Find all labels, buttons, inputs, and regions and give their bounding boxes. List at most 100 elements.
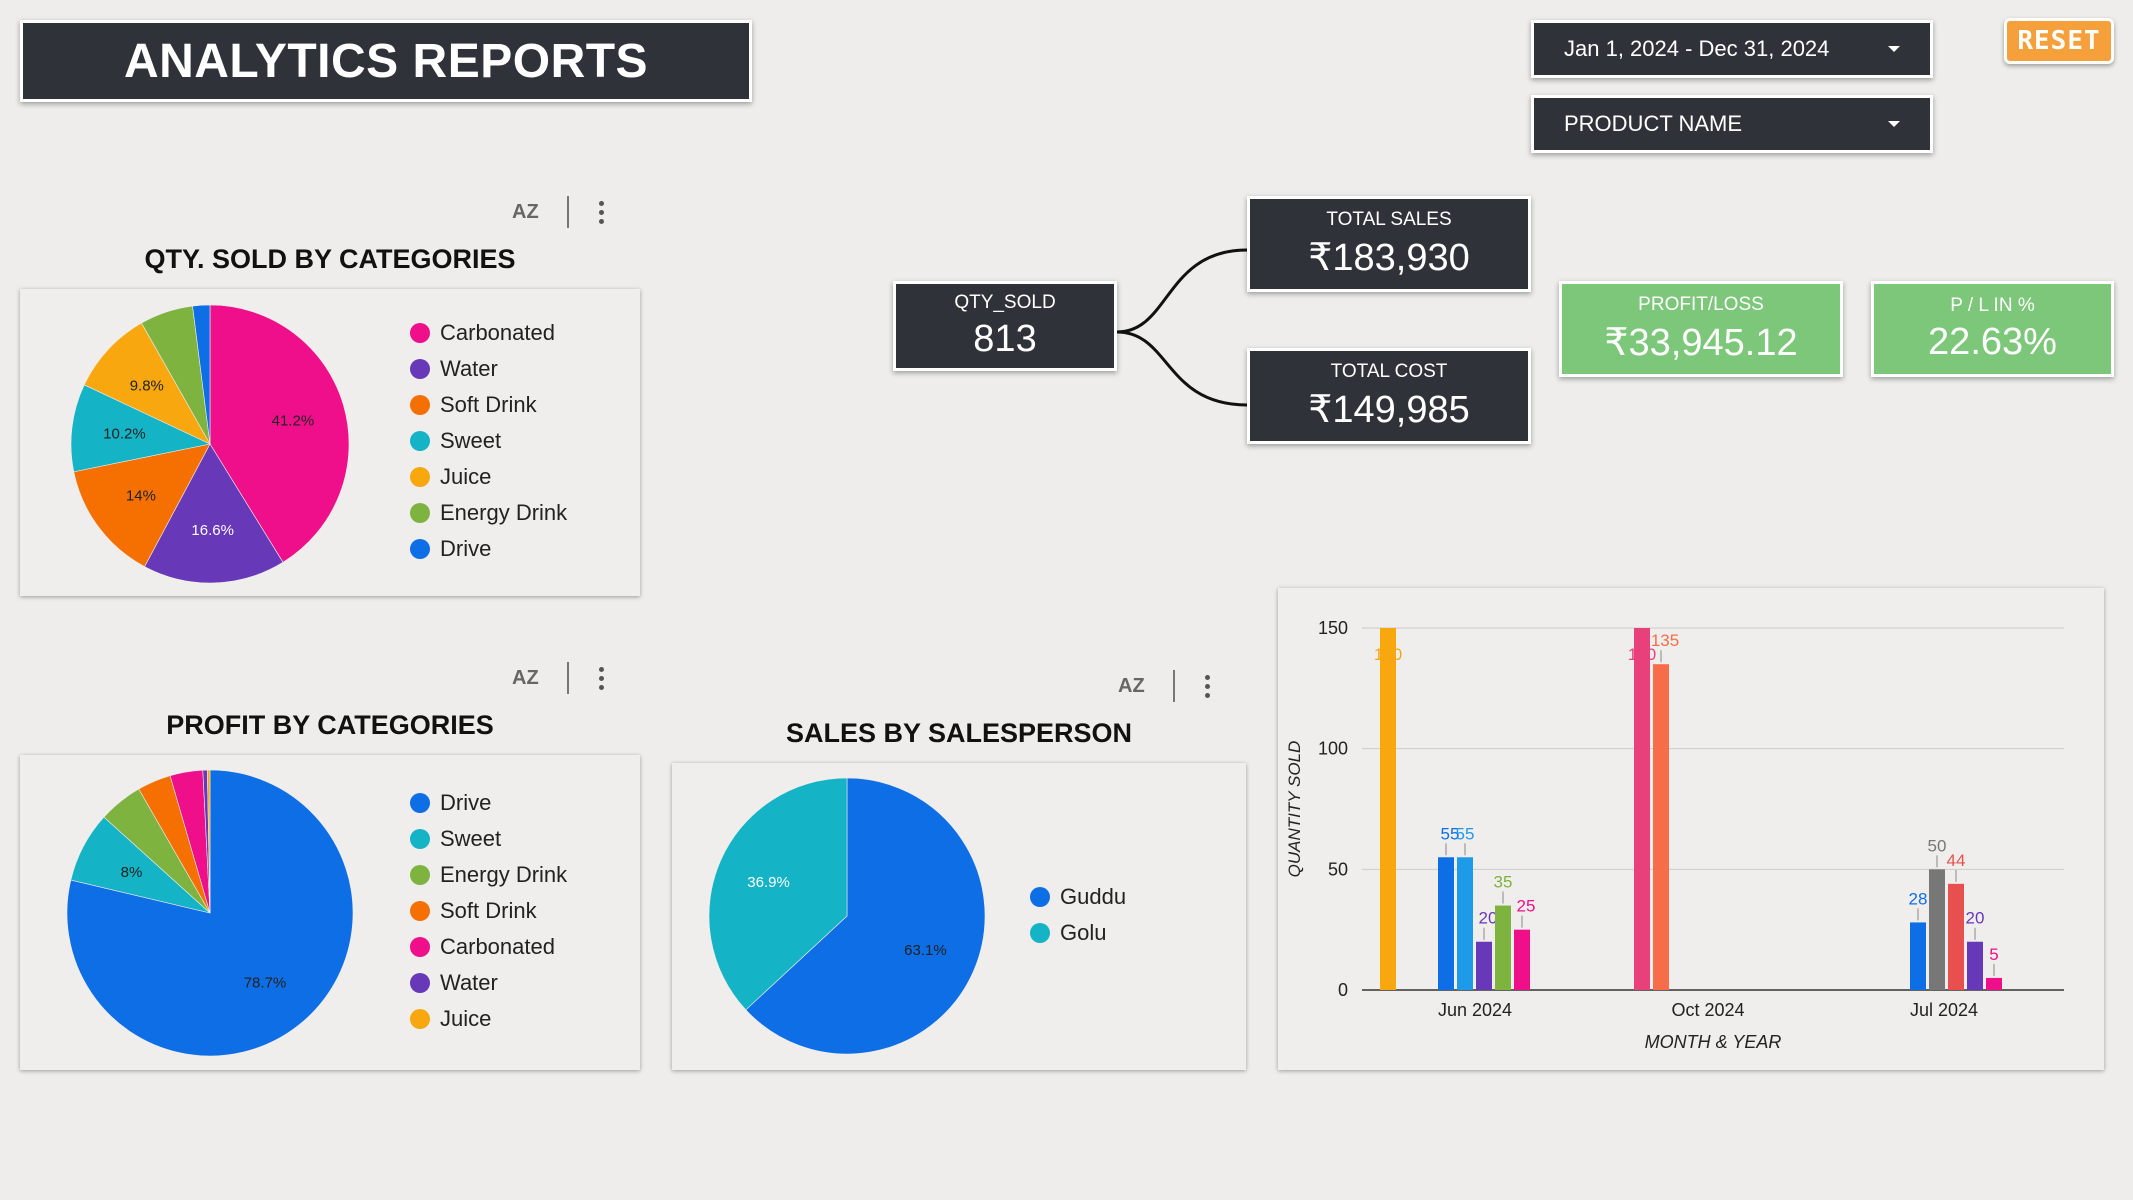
sort-az-icon[interactable]: AZ: [512, 201, 539, 224]
legend-swatch: [410, 359, 430, 379]
legend-item-water[interactable]: Water: [410, 965, 567, 1001]
legend-swatch: [410, 937, 430, 957]
connector-line-sales: [1116, 248, 1248, 334]
pie-data-label: 8%: [121, 864, 143, 881]
more-options-icon[interactable]: [1204, 674, 1210, 698]
kpi-total-cost: TOTAL COST ₹149,985: [1247, 348, 1531, 444]
date-range-value: Jan 1, 2024 - Dec 31, 2024: [1564, 36, 1830, 61]
bar-data-label: 28: [1909, 889, 1928, 908]
legend-item-carbonated[interactable]: Carbonated: [410, 315, 567, 351]
bar-jun-2024-1[interactable]: [1438, 857, 1454, 990]
kpi-qty-sold: QTY_SOLD 813: [893, 281, 1117, 371]
x-axis-title: MONTH & YEAR: [1645, 1032, 1782, 1052]
reset-button[interactable]: RESET: [2004, 18, 2114, 64]
more-options-icon[interactable]: [598, 666, 604, 690]
kpi-value: 813: [973, 317, 1037, 360]
bar-data-label: 44: [1947, 851, 1966, 870]
toolbar-divider: [566, 662, 569, 694]
bar-jun-2024-0[interactable]: [1380, 628, 1396, 990]
legend-swatch: [410, 901, 430, 921]
legend-item-sweet[interactable]: Sweet: [410, 821, 567, 857]
legend-swatch: [410, 793, 430, 813]
x-tick-label: Jun 2024: [1438, 1000, 1512, 1020]
pie-data-label: 78.7%: [244, 975, 287, 992]
bar-jul-2024-1[interactable]: [1929, 869, 1945, 990]
legend-item-energy-drink[interactable]: Energy Drink: [410, 495, 567, 531]
legend-item-juice[interactable]: Juice: [410, 459, 567, 495]
bar-data-label: 5: [1989, 945, 1998, 964]
legend-label: Energy Drink: [440, 500, 568, 525]
pie-data-label: 41.2%: [272, 412, 315, 429]
kpi-pl-percent: P / L IN % 22.63%: [1871, 281, 2114, 377]
y-tick-label: 100: [1318, 739, 1348, 759]
bar-data-label: 25: [1517, 897, 1536, 916]
bar-jul-2024-2[interactable]: [1948, 883, 1964, 990]
y-tick-label: 150: [1318, 618, 1348, 638]
bar-data-label: 55: [1456, 824, 1475, 843]
kpi-label: QTY_SOLD: [954, 291, 1056, 313]
more-options-icon[interactable]: [598, 200, 604, 224]
bar-jun-2024-5[interactable]: [1514, 929, 1530, 990]
bar-jul-2024-4[interactable]: [1986, 977, 2002, 990]
legend-swatch: [1030, 923, 1050, 943]
legend-label: Drive: [440, 790, 492, 815]
bar-data-label: 150: [1374, 645, 1402, 664]
legend-swatch: [410, 503, 430, 523]
bar-jun-2024-4[interactable]: [1495, 905, 1511, 990]
legend-label: Sweet: [440, 428, 502, 453]
legend-item-drive[interactable]: Drive: [410, 531, 567, 567]
bar-data-label: 50: [1928, 836, 1947, 855]
legend-item-carbonated[interactable]: Carbonated: [410, 929, 567, 965]
bar-chart-qty-by-month: 0501001501505555203525Jun 2024150135Oct …: [1285, 618, 2064, 1052]
pie-data-label: 14%: [126, 488, 156, 505]
legend-item-soft-drink[interactable]: Soft Drink: [410, 387, 567, 423]
bar-data-label: 135: [1651, 631, 1679, 650]
toolbar-divider: [1172, 670, 1175, 702]
chart-title-profit-by-cat: PROFIT BY CATEGORIES: [166, 710, 494, 740]
legend-item-drive[interactable]: Drive: [410, 785, 567, 821]
legend-label: Golu: [1060, 920, 1107, 945]
pie-data-label: 9.8%: [130, 377, 164, 394]
product-name-filter[interactable]: PRODUCT NAME: [1531, 95, 1933, 153]
legend-item-water[interactable]: Water: [410, 351, 567, 387]
pie-data-label: 16.6%: [191, 522, 234, 539]
kpi-label: P / L IN %: [1950, 294, 2035, 316]
legend-item-sweet[interactable]: Sweet: [410, 423, 567, 459]
legend-swatch: [410, 539, 430, 559]
bar-oct-2024-1[interactable]: [1653, 664, 1669, 990]
legend-item-soft-drink[interactable]: Soft Drink: [410, 893, 567, 929]
bar-oct-2024-0[interactable]: [1634, 628, 1650, 990]
legend-label: Juice: [440, 1006, 492, 1031]
legend-item-golu[interactable]: Golu: [1030, 915, 1126, 951]
date-range-filter[interactable]: Jan 1, 2024 - Dec 31, 2024: [1531, 20, 1933, 78]
bar-jun-2024-3[interactable]: [1476, 941, 1492, 990]
sort-az-icon[interactable]: AZ: [1118, 675, 1145, 698]
kpi-value: ₹149,985: [1308, 388, 1470, 431]
legend-label: Juice: [440, 464, 492, 489]
legend-profit-by-cat: Drive Sweet Energy Drink Soft Drink Carbonat…: [410, 785, 567, 1037]
legend-item-guddu[interactable]: Guddu: [1030, 879, 1126, 915]
x-tick-label: Oct 2024: [1671, 1000, 1744, 1020]
legend-item-energy-drink[interactable]: Energy Drink: [410, 857, 567, 893]
legend-swatch: [410, 323, 430, 343]
sort-az-icon[interactable]: AZ: [512, 667, 539, 690]
chart-panel-qty-by-cat: 41.2% 16.6% 14% 10.2% 9.8% Carbonated Water So…: [20, 289, 640, 596]
x-tick-label: Jul 2024: [1910, 1000, 1978, 1020]
kpi-value: 22.63%: [1928, 320, 2057, 363]
chart-toolbar: AZ: [512, 662, 604, 694]
legend-sales-by-person: Guddu Golu: [1030, 879, 1126, 951]
bar-jul-2024-0[interactable]: [1910, 922, 1926, 990]
bar-data-label: 20: [1966, 909, 1985, 928]
legend-label: Soft Drink: [440, 392, 537, 417]
bar-data-label: 35: [1494, 873, 1513, 892]
legend-item-juice[interactable]: Juice: [410, 1001, 567, 1037]
bar-jul-2024-3[interactable]: [1967, 941, 1983, 990]
legend-label: Drive: [440, 536, 492, 561]
legend-swatch: [410, 467, 430, 487]
legend-label: Water: [440, 970, 498, 995]
legend-swatch: [410, 395, 430, 415]
bar-jun-2024-2[interactable]: [1457, 857, 1473, 990]
pie-data-label: 10.2%: [103, 426, 146, 443]
toolbar-divider: [566, 196, 569, 228]
chart-panel-qty-by-month: 0 50 100 150 150 55 55 20 35 25 Jun 2024 150 135 Oct …: [1278, 588, 2104, 1070]
